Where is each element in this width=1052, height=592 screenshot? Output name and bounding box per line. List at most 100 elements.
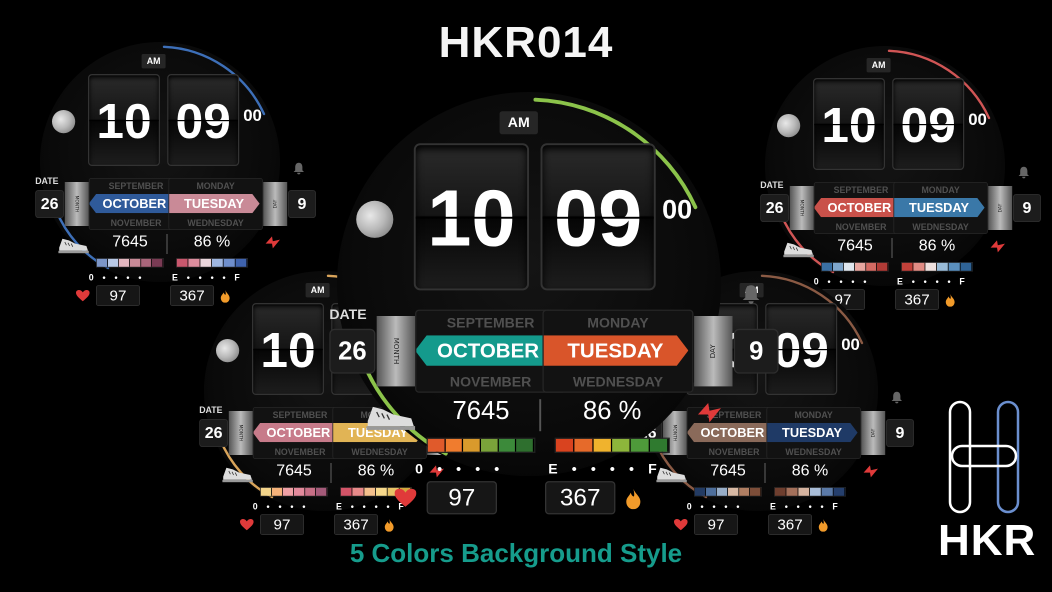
steps-bar-segment: [282, 487, 295, 496]
battery-progress-bar: [176, 258, 248, 268]
seconds-value: 00: [662, 194, 693, 225]
seconds-value: 00: [841, 335, 860, 354]
hour-value: 10: [260, 322, 316, 378]
calories-value: 367: [768, 514, 812, 535]
battery-progress-bar: [774, 487, 846, 497]
battery-value: 86 %: [193, 232, 231, 250]
battery-bar-segment: [774, 487, 787, 496]
steps-bar-segment: [305, 487, 317, 496]
steps-bar-segment: [294, 487, 306, 496]
steps-scale: 0 • • • •: [686, 501, 743, 512]
am-pm-indicator: AM: [305, 283, 330, 298]
steps-progress-bar: [426, 437, 536, 453]
flame-icon: [818, 519, 828, 532]
moon-icon: [356, 200, 394, 238]
battery-bar-segment: [649, 438, 669, 452]
steps-bar-segment: [141, 258, 153, 267]
month-current: OCTOBER: [416, 335, 561, 366]
steps-bar-segment: [118, 258, 131, 267]
month-tag: MONTH: [64, 182, 89, 226]
day-number: 9: [288, 190, 316, 218]
am-pm-indicator: AM: [499, 111, 538, 135]
steps-bar-segment: [739, 487, 751, 496]
battery-bar-segment: [176, 258, 189, 267]
weekday-drum: MONDAY TUESDAY WEDNESDAY: [766, 407, 861, 459]
steps-bar-segment: [750, 487, 762, 496]
steps-progress-bar: [260, 487, 328, 497]
watch-face-center: AM 10 09 00 DATE 26 MONTH SEPTEMBER OCTO…: [329, 92, 779, 515]
battery-bar-segment: [901, 262, 914, 271]
weekday-next: WEDNESDAY: [572, 373, 664, 390]
heart-rate-value: 97: [260, 514, 304, 535]
shoe-icon: [366, 406, 416, 430]
day-tag: DAY: [263, 182, 288, 226]
subtitle: 5 Colors Background Style: [349, 538, 683, 568]
battery-bar-segment: [612, 438, 631, 452]
battery-progress-bar: [901, 262, 973, 272]
am-pm-indicator: AM: [866, 58, 891, 73]
bolt-icon: [265, 236, 280, 249]
battery-value: 86 %: [583, 396, 642, 425]
bolt-icon: [863, 465, 878, 478]
battery-bar-segment: [340, 487, 353, 496]
steps-value: 7645: [837, 236, 873, 254]
steps-scale: 0 • • • •: [415, 460, 505, 477]
battery-bar-segment: [948, 262, 961, 271]
date-label: DATE: [35, 176, 59, 186]
steps-bar-segment: [316, 487, 328, 496]
month-tag: MONTH: [228, 411, 253, 455]
battery-bar-segment: [593, 438, 613, 452]
flame-icon: [626, 488, 641, 510]
hkr-logo-mark: [948, 400, 1020, 514]
steps-scale: 0 • • • •: [252, 501, 309, 512]
battery-bar-segment: [786, 487, 799, 496]
steps-bar-segment: [866, 262, 878, 271]
stats-divider: [166, 234, 168, 254]
heart-rate-value: 97: [96, 285, 140, 306]
steps-bar-segment: [463, 438, 482, 452]
moon-icon: [777, 114, 801, 138]
heart-rate-value: 97: [694, 514, 738, 535]
battery-bar-segment: [375, 487, 388, 496]
steps-bar-segment: [843, 262, 856, 271]
date-label: DATE: [199, 405, 223, 415]
battery-value: 86 %: [918, 236, 956, 254]
steps-bar-segment: [516, 438, 535, 452]
heart-icon: [76, 290, 90, 302]
steps-bar-segment: [260, 487, 272, 496]
weekday-next: WEDNESDAY: [912, 222, 969, 232]
watch-dial: AM 10 09 00 DATE 26 MONTH SEPTEMBER OCTO…: [329, 92, 779, 515]
day-number: 9: [1013, 194, 1041, 222]
steps-value: 7645: [112, 232, 148, 250]
watch-face-top-left: AM 10 09 00 DATE 26 MONTH SEPTEMBER OCTO…: [35, 42, 316, 306]
flame-icon: [945, 294, 955, 307]
steps-bar-segment: [96, 258, 108, 267]
weekday-current: TUESDAY: [767, 423, 858, 443]
watch-face-top-right: AM 10 09 00 DATE 26 MONTH SEPTEMBER OCTO…: [760, 46, 1041, 310]
bell-icon: [742, 285, 760, 304]
hour-value: 10: [427, 174, 516, 263]
weekday-current: TUESDAY: [169, 194, 260, 214]
weekday-drum: MONDAY TUESDAY WEDNESDAY: [542, 309, 694, 393]
battery-scale: E • • • • F: [770, 501, 841, 512]
weekday-current: TUESDAY: [543, 335, 689, 366]
month-current: OCTOBER: [253, 423, 344, 443]
calories-value: 367: [545, 481, 616, 515]
moon-icon: [216, 339, 240, 363]
day-tag: DAY: [861, 411, 886, 455]
date-value: 26: [329, 328, 376, 374]
battery-bar-segment: [913, 262, 926, 271]
day-number: 9: [886, 419, 914, 447]
weekday-current: TUESDAY: [894, 198, 985, 218]
month-current: OCTOBER: [89, 194, 180, 214]
heart-icon: [240, 519, 254, 531]
steps-bar-segment: [445, 438, 464, 452]
shoe-icon: [222, 467, 253, 483]
battery-bar-segment: [630, 438, 650, 452]
weekday-prev: MONDAY: [921, 185, 960, 196]
date-value: 26: [760, 194, 789, 222]
minute-value: 09: [175, 93, 231, 149]
date-label: DATE: [329, 306, 367, 323]
hour-flip-card: 10: [813, 78, 885, 170]
brand-name: HKR: [938, 516, 1037, 565]
